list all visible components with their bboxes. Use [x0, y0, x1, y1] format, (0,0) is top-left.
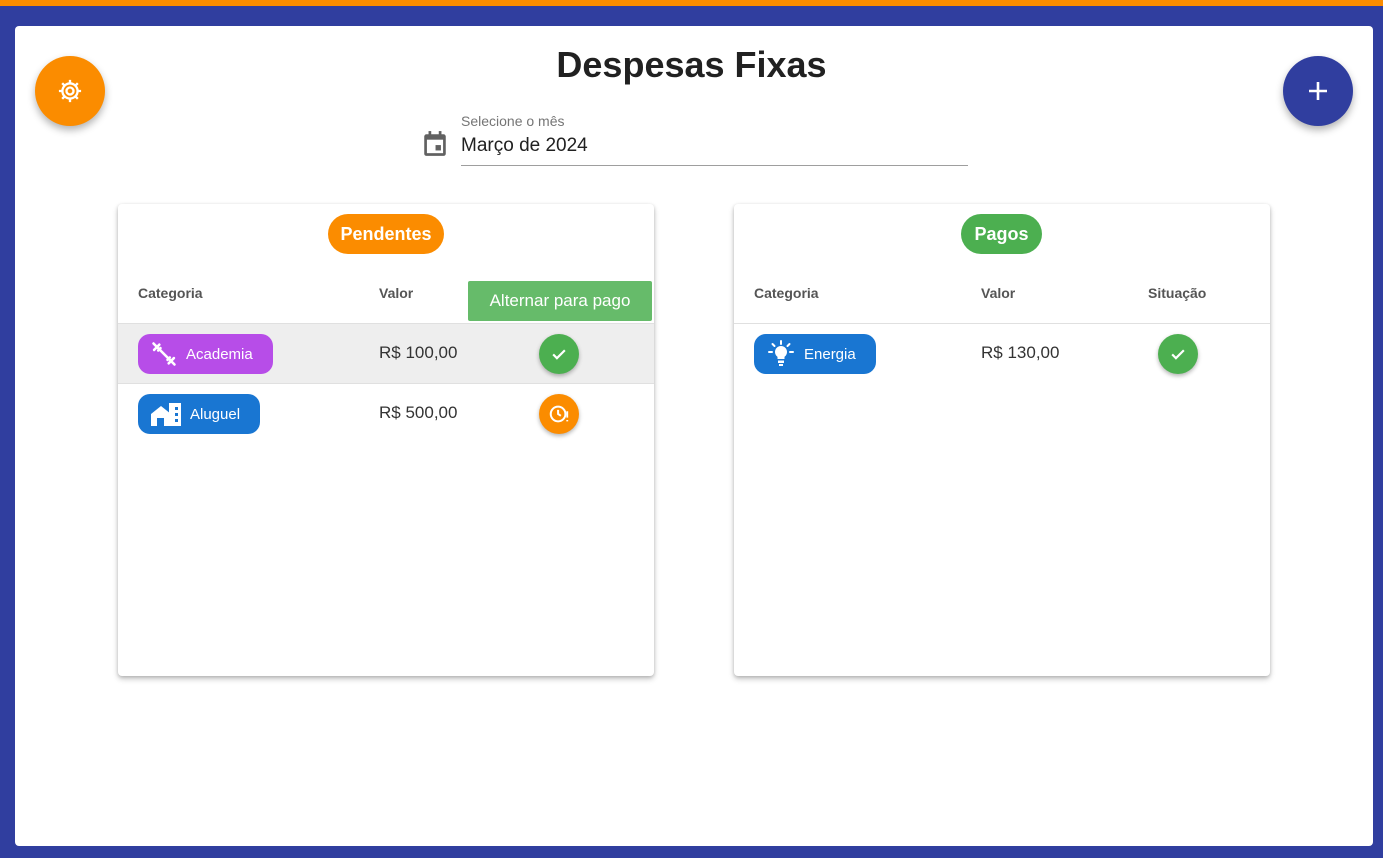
month-picker-underline	[461, 165, 968, 166]
pending-card: Pendentes Categoria Valor Situação Acade…	[118, 204, 654, 676]
dumbbell-icon	[152, 342, 176, 366]
value-cell: R$ 500,00	[379, 403, 458, 422]
column-header-category: Categoria	[754, 285, 819, 301]
status-toggle-button[interactable]	[539, 334, 579, 374]
column-header-category: Categoria	[138, 285, 203, 301]
page-title: Despesas Fixas	[556, 44, 827, 85]
paid-card: Pagos Categoria Valor Situação Energia R…	[734, 204, 1270, 676]
table-row[interactable]: Aluguel R$ 500,00	[118, 384, 654, 444]
category-label: Aluguel	[190, 405, 241, 423]
top-accent-bar	[0, 0, 1383, 6]
category-label: Academia	[186, 345, 253, 363]
lightbulb-icon	[768, 340, 794, 366]
calendar-icon	[424, 131, 446, 156]
check-icon	[1171, 349, 1185, 360]
house-icon	[151, 403, 181, 426]
column-header-value: Valor	[981, 285, 1016, 301]
clock-alert-icon	[549, 405, 569, 423]
category-chip[interactable]: Energia	[754, 334, 876, 374]
status-toggle-button[interactable]	[539, 394, 579, 434]
status-tooltip: Alternar para pago	[468, 281, 652, 321]
value-cell: R$ 100,00	[379, 343, 458, 362]
column-header-status: Situação	[1148, 285, 1207, 301]
paid-header-chip: Pagos	[961, 214, 1042, 254]
column-header-value: Valor	[379, 285, 414, 301]
month-picker-value[interactable]: Março de 2024	[461, 135, 588, 157]
category-label: Energia	[804, 345, 856, 363]
month-picker[interactable]: Selecione o mês Março de 2024	[420, 110, 968, 168]
status-toggle-button[interactable]	[1158, 334, 1198, 374]
category-chip[interactable]: Aluguel	[138, 394, 261, 434]
table-row[interactable]: Academia R$ 100,00	[118, 324, 654, 384]
table-row[interactable]: Energia R$ 130,00	[734, 324, 1270, 384]
pending-header-chip: Pendentes	[328, 214, 444, 254]
check-icon	[552, 349, 566, 360]
value-cell: R$ 130,00	[981, 343, 1060, 362]
month-picker-label: Selecione o mês	[461, 113, 565, 129]
category-chip[interactable]: Academia	[138, 334, 273, 374]
